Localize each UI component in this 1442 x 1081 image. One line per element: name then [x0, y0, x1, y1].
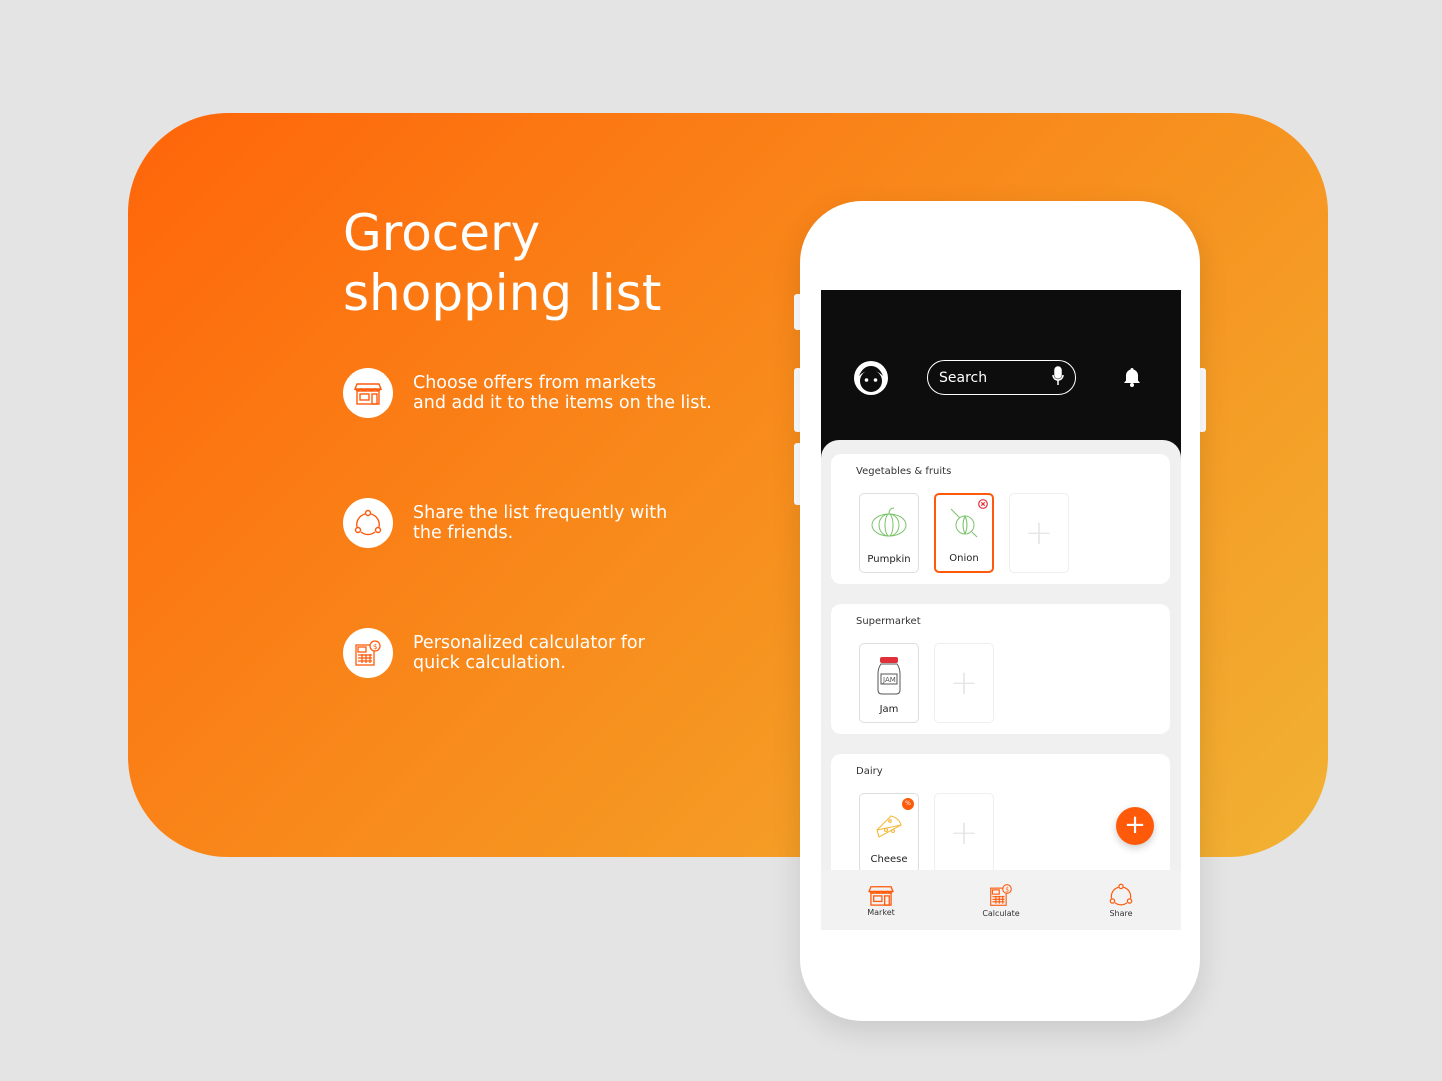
item-onion[interactable]: Onion [934, 493, 994, 573]
nav-share[interactable]: Share [1081, 883, 1161, 918]
bottom-nav: Market $ Calculate Share [821, 870, 1181, 930]
add-item-button[interactable]: + [934, 793, 994, 873]
nav-calculate[interactable]: $ Calculate [961, 883, 1041, 918]
share-icon [343, 498, 393, 548]
store-icon [868, 885, 894, 906]
calculator-icon: $ [990, 883, 1012, 906]
discount-badge: % [902, 798, 914, 810]
add-item-button[interactable]: + [934, 643, 994, 723]
store-icon [343, 368, 393, 418]
bell-icon[interactable] [1123, 367, 1141, 391]
item-jam[interactable]: JAM Jam [859, 643, 919, 723]
svg-text:$: $ [373, 643, 377, 651]
search-input[interactable]: Search [927, 360, 1076, 395]
share-icon [1109, 883, 1133, 905]
app-header: Search [821, 290, 1181, 450]
item-pumpkin[interactable]: Pumpkin [859, 493, 919, 573]
feature-markets: Choose offers from markets and add it to … [343, 368, 713, 418]
nav-market[interactable]: Market [841, 884, 921, 917]
add-fab-button[interactable]: + [1116, 807, 1154, 845]
section-vegetables: Vegetables & fruits Pumpkin Onion + [831, 454, 1170, 584]
item-cheese[interactable]: % Cheese [859, 793, 919, 873]
svg-text:JAM: JAM [882, 676, 896, 684]
microphone-icon[interactable] [1052, 365, 1064, 390]
app-screen: Search Vegetables & fruits Pumpkin Onion… [821, 290, 1181, 930]
add-item-button[interactable]: + [1009, 493, 1069, 573]
section-supermarket: Supermarket JAM Jam + [831, 604, 1170, 734]
avatar[interactable] [853, 360, 889, 400]
feature-share: Share the list frequently with the friend… [343, 498, 713, 548]
list-content: Vegetables & fruits Pumpkin Onion + Supe… [821, 440, 1181, 930]
feature-calculator: $ Personalized calculator for quick calcu… [343, 628, 713, 678]
hero-title: Grocery shopping list [343, 204, 662, 322]
calculator-icon: $ [343, 628, 393, 678]
svg-text:$: $ [1005, 886, 1009, 893]
